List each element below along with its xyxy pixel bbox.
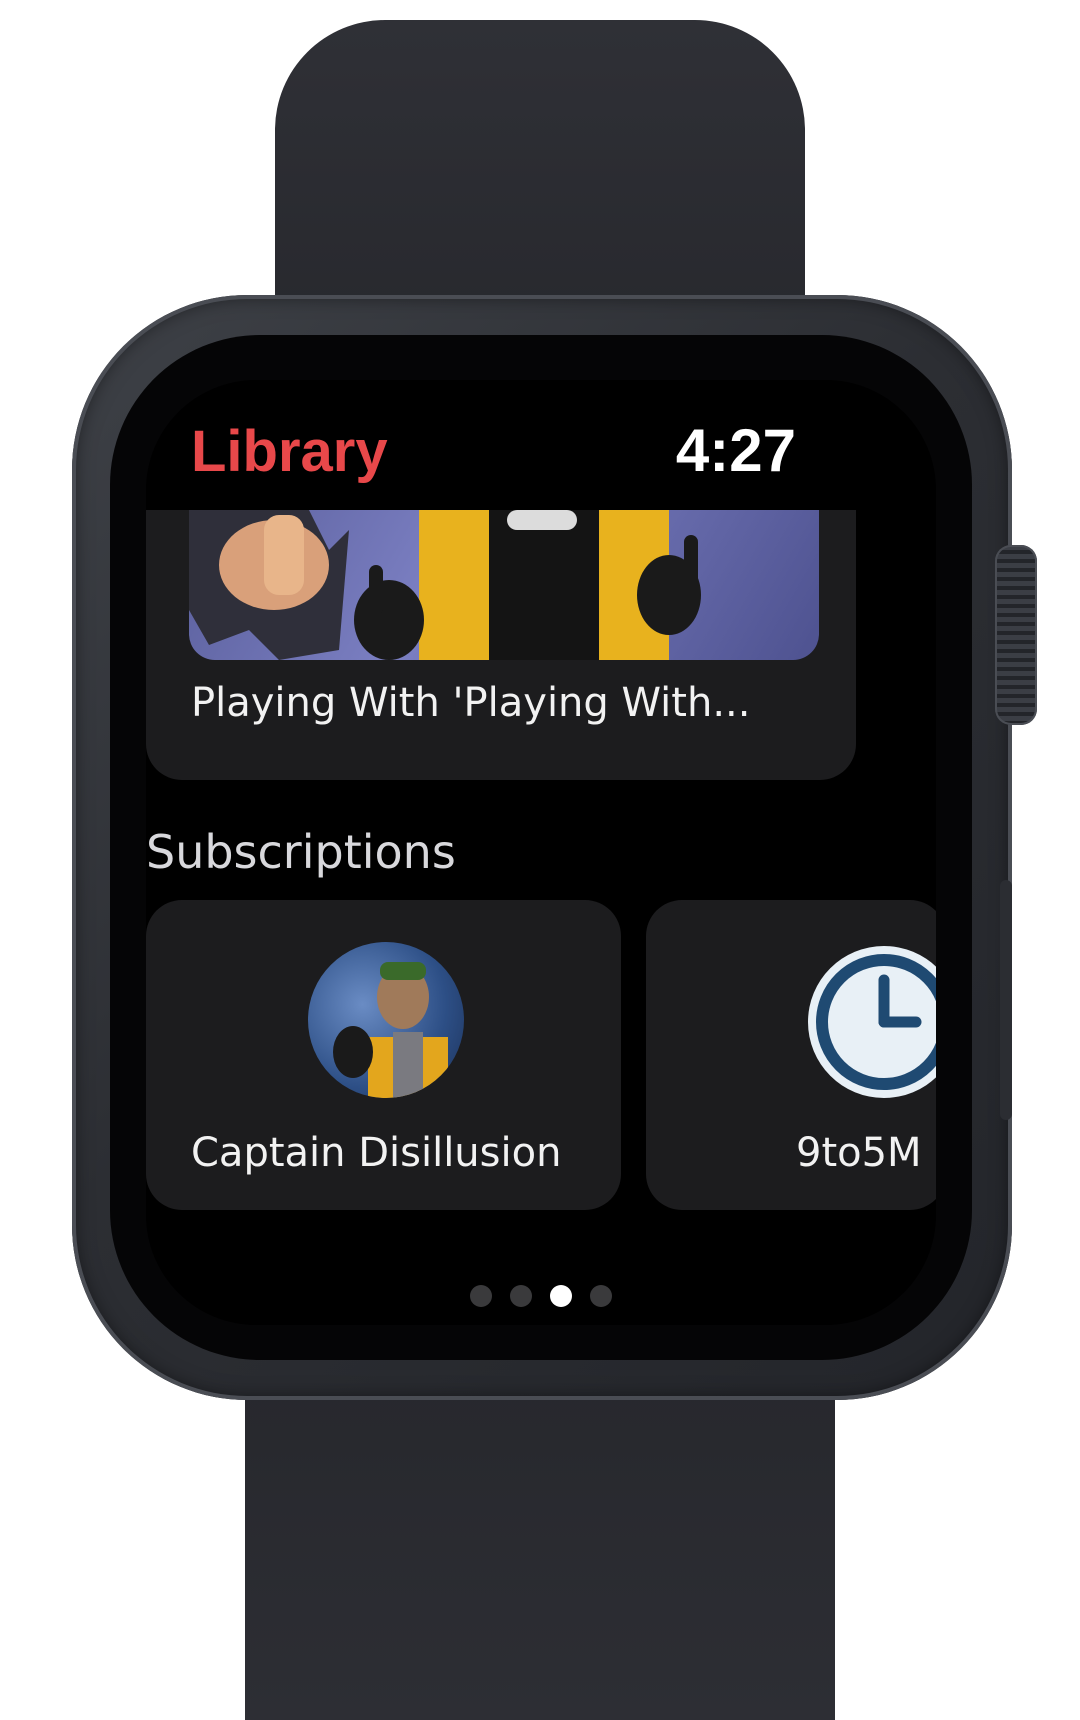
side-button[interactable]: [1000, 880, 1012, 1120]
subscription-card[interactable]: Captain Disillusion: [146, 900, 621, 1210]
page-title: Library: [191, 419, 388, 484]
watch-device: Library 4:27 Playing With 'Playing With.…: [0, 0, 1080, 1720]
video-title: Playing With 'Playing With...: [191, 680, 751, 726]
page-dot-active: [550, 1285, 572, 1307]
channel-avatar-art: [333, 962, 448, 1098]
video-thumbnail-art: [189, 510, 701, 660]
channel-avatar: [308, 942, 464, 1098]
subscription-card[interactable]: 9to5M: [646, 900, 936, 1210]
clock-icon: [804, 942, 936, 1102]
video-thumbnail: [189, 510, 819, 660]
page-indicator: [146, 1285, 936, 1307]
digital-crown[interactable]: [995, 545, 1037, 725]
channel-name: Captain Disillusion: [191, 1130, 562, 1176]
clock-icon-art: [808, 946, 936, 1098]
subscriptions-heading: Subscriptions: [146, 825, 456, 879]
page-dot: [510, 1285, 532, 1307]
clock-time: 4:27: [675, 417, 796, 484]
page-dot: [470, 1285, 492, 1307]
channel-name: 9to5M: [796, 1130, 922, 1176]
page-dot: [590, 1285, 612, 1307]
video-card[interactable]: Playing With 'Playing With...: [146, 510, 856, 780]
watch-screen: Library 4:27 Playing With 'Playing With.…: [146, 380, 936, 1325]
